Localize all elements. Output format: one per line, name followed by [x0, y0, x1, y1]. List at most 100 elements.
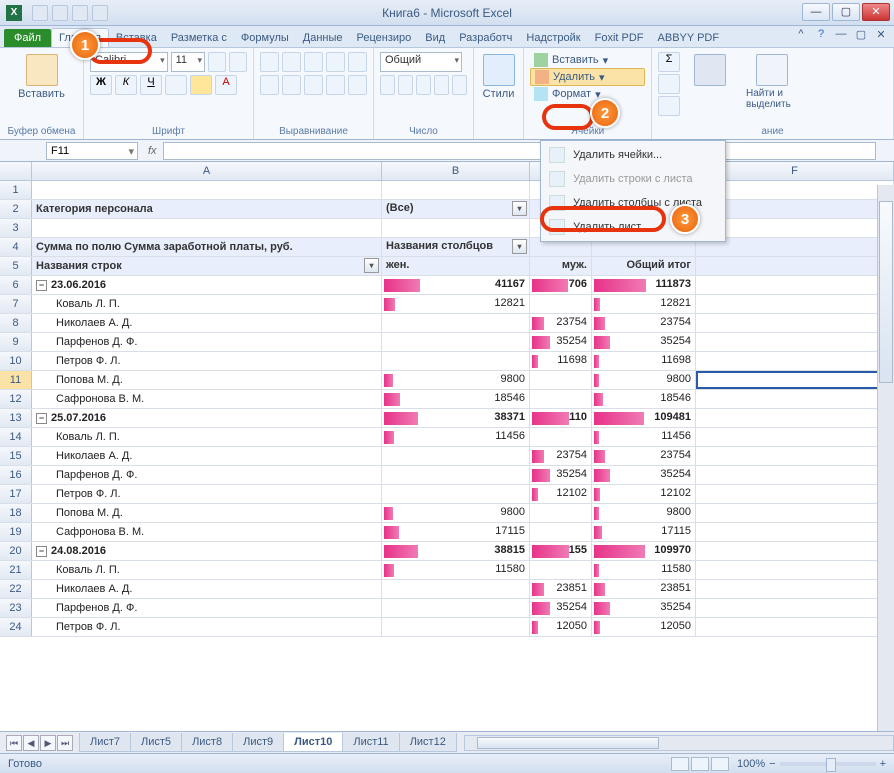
cell[interactable]	[696, 485, 894, 503]
cell[interactable]: 23754	[592, 447, 696, 465]
minimize-ribbon-icon[interactable]: ^	[794, 28, 808, 42]
cell[interactable]	[696, 409, 894, 427]
qat-redo-icon[interactable]	[72, 5, 88, 21]
cell[interactable]	[382, 485, 530, 503]
cell[interactable]: 71155	[530, 542, 592, 560]
sheet-tab[interactable]: Лист5	[130, 733, 182, 752]
cell[interactable]: 12102	[530, 485, 592, 503]
cell[interactable]	[696, 504, 894, 522]
doc-restore-icon[interactable]: ▢	[854, 28, 868, 42]
cell[interactable]: 12050	[530, 618, 592, 636]
cell[interactable]	[382, 599, 530, 617]
cell[interactable]	[382, 314, 530, 332]
tab-file[interactable]: Файл	[4, 29, 51, 47]
row-header[interactable]: 22	[0, 580, 32, 598]
cell[interactable]: Названия столбцов▾	[382, 238, 530, 256]
row-header[interactable]: 23	[0, 599, 32, 617]
align-mid-icon[interactable]	[282, 52, 301, 72]
cell[interactable]: 11698	[592, 352, 696, 370]
cell[interactable]	[696, 295, 894, 313]
cell[interactable]: 71110	[530, 409, 592, 427]
cell[interactable]: 23754	[592, 314, 696, 332]
wrap-icon[interactable]	[348, 52, 367, 72]
row-header[interactable]: 15	[0, 447, 32, 465]
row-header[interactable]: 2	[0, 200, 32, 218]
cell[interactable]: Общий итог	[592, 257, 696, 275]
sheet-tab[interactable]: Лист11	[342, 733, 399, 752]
tab-addins[interactable]: Надстройк	[519, 29, 587, 47]
cell[interactable]: 17115	[592, 523, 696, 541]
cell[interactable]	[696, 466, 894, 484]
qat-more-icon[interactable]	[92, 5, 108, 21]
cell[interactable]: 9800	[382, 504, 530, 522]
cell[interactable]	[530, 390, 592, 408]
merge-icon[interactable]	[348, 75, 367, 95]
row-header[interactable]: 18	[0, 504, 32, 522]
cell[interactable]	[382, 219, 530, 237]
cell[interactable]: Николаев А. Д.	[32, 447, 382, 465]
cell[interactable]	[696, 371, 894, 389]
delete-cells-item[interactable]: Удалить ячейки...	[543, 143, 723, 167]
row-header[interactable]: 7	[0, 295, 32, 313]
row-header[interactable]: 20	[0, 542, 32, 560]
cell[interactable]: 23754	[530, 447, 592, 465]
row-header[interactable]: 6	[0, 276, 32, 294]
cell[interactable]	[696, 390, 894, 408]
cell[interactable]: 9800	[382, 371, 530, 389]
expand-icon[interactable]: −	[36, 546, 47, 557]
autosum-icon[interactable]: Σ	[658, 52, 680, 72]
align-center-icon[interactable]	[282, 75, 301, 95]
tab-formulas[interactable]: Формулы	[234, 29, 296, 47]
styles-button[interactable]: Стили	[480, 52, 517, 102]
sheet-tab[interactable]: Лист7	[79, 733, 131, 752]
cell[interactable]	[696, 523, 894, 541]
fill-color-icon[interactable]	[190, 75, 212, 95]
cell[interactable]	[382, 618, 530, 636]
row-header[interactable]: 8	[0, 314, 32, 332]
cell[interactable]: 11456	[382, 428, 530, 446]
paste-button[interactable]: Вставить	[6, 52, 77, 102]
cell[interactable]: Парфенов Д. Ф.	[32, 599, 382, 617]
cell[interactable]: −25.07.2016	[32, 409, 382, 427]
cell[interactable]: 9800	[592, 371, 696, 389]
row-header[interactable]: 14	[0, 428, 32, 446]
cell[interactable]: 23754	[530, 314, 592, 332]
cell[interactable]: 17115	[382, 523, 530, 541]
tab-insert[interactable]: Вставка	[109, 29, 164, 47]
expand-icon[interactable]: −	[36, 413, 47, 424]
cell[interactable]	[382, 181, 530, 199]
qat-undo-icon[interactable]	[52, 5, 68, 21]
row-header[interactable]: 11	[0, 371, 32, 389]
tab-data[interactable]: Данные	[296, 29, 350, 47]
comma-icon[interactable]	[416, 75, 431, 95]
formula-input[interactable]	[163, 142, 876, 160]
row-header[interactable]: 16	[0, 466, 32, 484]
row-header[interactable]: 1	[0, 181, 32, 199]
sheet-nav-first-icon[interactable]: ⏮	[6, 735, 22, 751]
filter-button[interactable]: ▾	[512, 201, 527, 216]
cell[interactable]: Сафронова В. М.	[32, 390, 382, 408]
fill-icon[interactable]	[658, 74, 680, 94]
sheet-tab[interactable]: Лист9	[232, 733, 284, 752]
clear-icon[interactable]	[658, 96, 680, 116]
orientation-icon[interactable]	[326, 52, 345, 72]
row-header[interactable]: 10	[0, 352, 32, 370]
cell[interactable]	[382, 352, 530, 370]
row-header[interactable]: 12	[0, 390, 32, 408]
row-header[interactable]: 24	[0, 618, 32, 636]
help-icon[interactable]: ?	[814, 28, 828, 42]
cell[interactable]: Николаев А. Д.	[32, 314, 382, 332]
cell[interactable]: Парфенов Д. Ф.	[32, 466, 382, 484]
cell[interactable]: 35254	[530, 599, 592, 617]
cell[interactable]: Попова М. Д.	[32, 371, 382, 389]
number-format-combo[interactable]: Общий	[380, 52, 462, 72]
select-all-corner[interactable]	[0, 162, 32, 180]
view-pagebreak-icon[interactable]	[711, 757, 729, 771]
font-color-icon[interactable]: A	[215, 75, 237, 95]
sheet-tab[interactable]: Лист8	[181, 733, 233, 752]
cell[interactable]: 18546	[592, 390, 696, 408]
cell[interactable]: 41167	[382, 276, 530, 294]
cell[interactable]	[696, 333, 894, 351]
cell[interactable]: Названия строк▾	[32, 257, 382, 275]
align-top-icon[interactable]	[260, 52, 279, 72]
